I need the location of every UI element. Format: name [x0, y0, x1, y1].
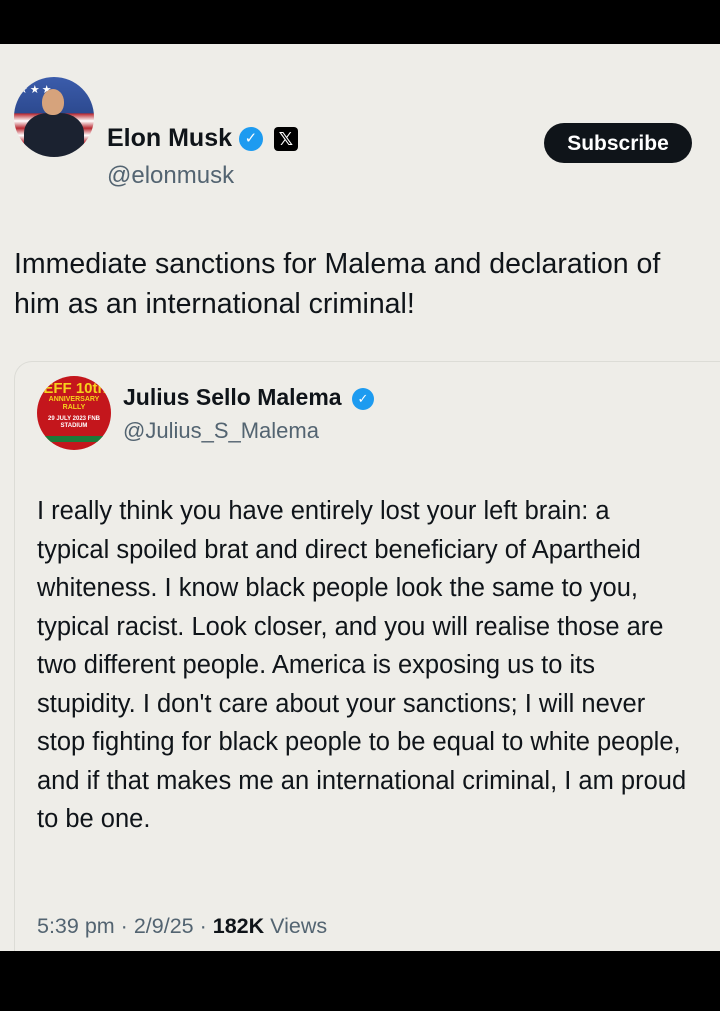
bottom-black-bar [0, 951, 720, 1011]
avatar-person-head [42, 89, 64, 115]
post-metadata: 5:39 pm · 2/9/25 · 182K Views [37, 914, 327, 939]
quoted-post-text: I really think you have entirely lost yo… [37, 497, 687, 833]
avatar-person-body [24, 113, 84, 157]
post-time[interactable]: 5:39 pm [37, 914, 115, 938]
post-text: Immediate sanctions for Malema and decla… [14, 248, 661, 320]
avatar-eff-text: EFF 10th [43, 380, 107, 397]
top-black-bar [0, 0, 720, 44]
avatar-date-text: 29 JULY 2023 FNB STADIUM [47, 416, 101, 429]
x-logo-icon: 𝕏 [273, 127, 298, 152]
avatar-anniversary-text: ANNIVERSARY RALLY [48, 396, 100, 411]
post-date[interactable]: 2/9/25 [134, 914, 194, 938]
subscribe-button[interactable]: Subscribe [544, 123, 692, 163]
verified-badge-icon: ✓ [351, 387, 374, 410]
views-count: 182K [212, 914, 265, 938]
author-name[interactable]: Elon Musk [107, 124, 232, 152]
meta-separator: · [120, 914, 128, 938]
verified-badge-icon: ✓ [238, 127, 263, 152]
author-avatar[interactable]: ★★★ [14, 77, 94, 157]
views-label: Views [270, 914, 328, 938]
quoted-author-handle[interactable]: @Julius_S_Malema [123, 418, 319, 444]
author-name-row[interactable]: Elon Musk ✓ 𝕏 [107, 124, 298, 153]
quoted-author-name-row[interactable]: Julius Sello Malema ✓ [123, 384, 374, 411]
quoted-author-name[interactable]: Julius Sello Malema [123, 384, 342, 410]
quoted-author-avatar[interactable]: EFF 10th ANNIVERSARY RALLY 29 JULY 2023 … [37, 376, 111, 450]
author-handle[interactable]: @elonmusk [107, 162, 234, 190]
avatar-green-stripe [37, 436, 111, 442]
meta-separator: · [199, 914, 207, 938]
